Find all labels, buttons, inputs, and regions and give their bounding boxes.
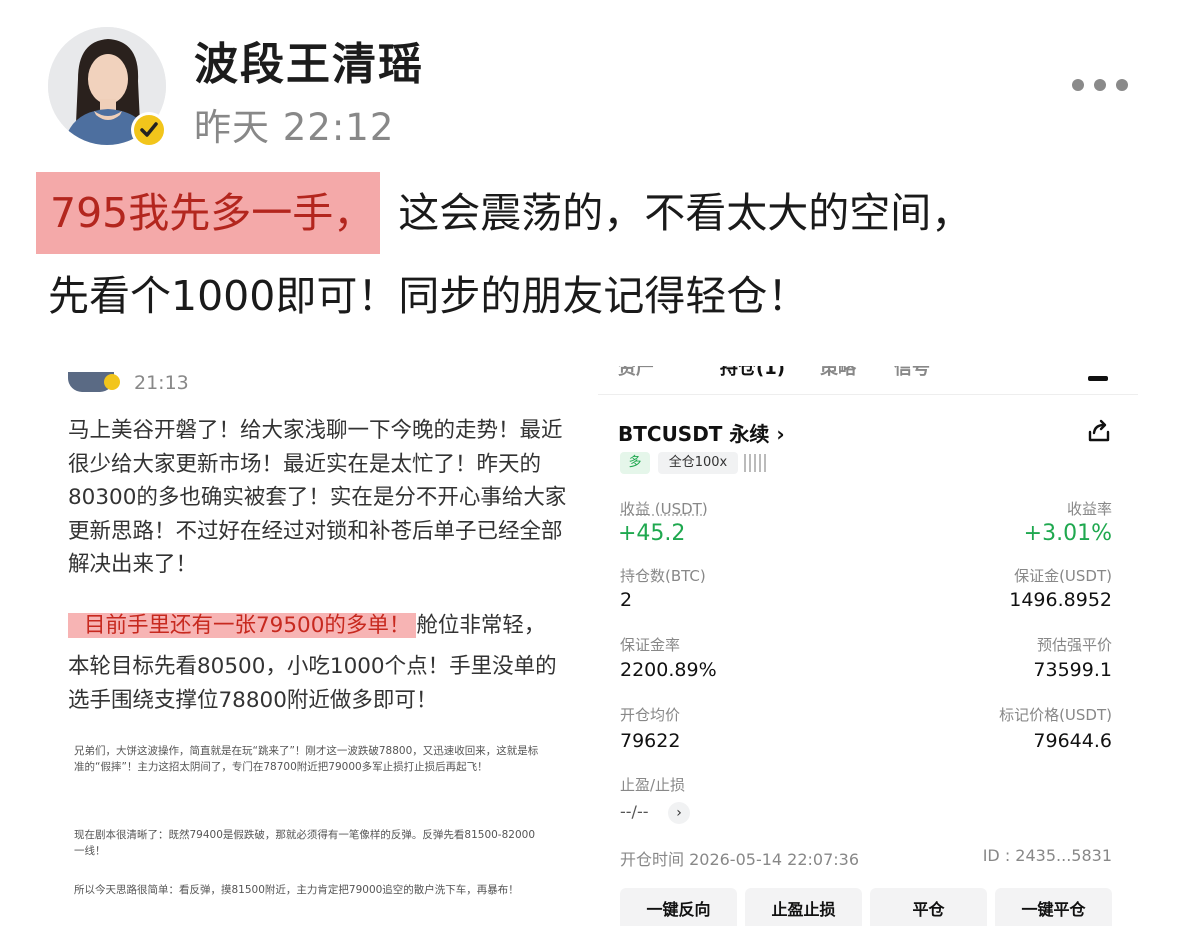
highlighted-text: 目前手里还有一张79500的多单！ <box>68 613 417 638</box>
mark-label: 标记价格(USDT) <box>999 706 1112 724</box>
symbol-title[interactable]: BTCUSDT 永续 › <box>618 418 785 447</box>
close-position-button[interactable]: 平仓 <box>870 888 987 926</box>
size-value: 2 <box>620 589 633 611</box>
verified-badge-icon <box>131 112 167 148</box>
entry-label: 开仓均价 <box>620 706 681 724</box>
post-text-line-1-rest: 这会震荡的，不看太大的空间， <box>398 189 973 237</box>
post-time: 昨天 22:12 <box>194 106 395 149</box>
small-paragraph: 兄弟们，大饼这波操作，简直就是在玩“跳来了”！刚才这一波跌破78800，又迅速收… <box>74 745 539 773</box>
verified-badge-icon <box>104 374 120 390</box>
chevron-right-icon[interactable]: › <box>668 802 690 824</box>
embedded-screenshot-left[interactable]: 21:13 马上美谷开磐了！给大家浅聊一下今晚的走势！最近很少给大家更新市场！最… <box>60 366 572 926</box>
tpsl-label: 止盈/止损 <box>620 776 686 794</box>
embedded-screenshot-right[interactable]: 资产 持仓(1) 策略 信号 BTCUSDT 永续 › 多 全仓100x 收益 … <box>598 366 1138 926</box>
tpsl-button[interactable]: 止盈止损 <box>745 888 862 926</box>
tab-positions[interactable]: 持仓(1) <box>720 366 785 380</box>
roe-value: +3.01% <box>1023 521 1112 546</box>
pnl-label: 收益 (USDT) <box>620 500 708 518</box>
post-paragraph-1: 马上美谷开磐了！给大家浅聊一下今晚的走势！最近很少给大家更新市场！最近实在是太忙… <box>68 418 567 577</box>
post-text-line-1: 795我先多一手， 这会震荡的，不看太大的空间， <box>36 172 972 254</box>
size-label: 持仓数(BTC) <box>620 567 706 585</box>
margin-value: 1496.8952 <box>1009 589 1112 611</box>
author-name[interactable]: 波段王清瑶 <box>194 28 424 92</box>
tpsl-value: --/-- <box>620 802 649 821</box>
tab-assets[interactable]: 资产 <box>618 366 654 380</box>
margin-label: 保证金(USDT) <box>1014 567 1112 585</box>
post-text-line-2: 先看个1000即可！同步的朋友记得轻仓！ <box>48 272 809 320</box>
pnl-value: +45.2 <box>618 521 686 546</box>
mark-value: 79644.6 <box>1033 730 1112 752</box>
leverage-badge: 全仓100x <box>658 452 738 474</box>
post-paragraph-2-rest: 舱位非常轻， <box>416 613 546 638</box>
liq-value: 73599.1 <box>1033 659 1112 681</box>
margin-ratio-label: 保证金率 <box>620 636 681 654</box>
highlighted-text: 795我先多一手， <box>36 172 381 254</box>
roe-label: 收益率 <box>1066 500 1112 518</box>
side-badge: 多 <box>620 452 650 474</box>
position-id[interactable]: ID : 2435...5831 <box>983 846 1112 865</box>
small-paragraph: 所以今天思路很简单：看反弹，摸81500附近，主力肯定把79000追空的散户洗下… <box>74 884 519 896</box>
small-paragraph: 现在剧本很清晰了：既然79400是假跌破，那就必须得有一笔像样的反弹。反弹先看8… <box>74 829 535 857</box>
more-dots-icon[interactable] <box>1072 79 1128 91</box>
share-icon[interactable] <box>1086 418 1112 444</box>
post-paragraph-2: 本轮目标先看80500，小吃1000个点！手里没单的选手围绕支撑位78800附近… <box>68 654 557 713</box>
post-paragraph-2-first-line: 目前手里还有一张79500的多单！ 舱位非常轻， <box>68 602 545 650</box>
signal-bars-icon <box>744 454 766 472</box>
tab-bar: 资产 持仓(1) 策略 信号 <box>598 366 1138 384</box>
reverse-button[interactable]: 一键反向 <box>620 888 737 926</box>
tab-signals[interactable]: 信号 <box>894 366 930 380</box>
post-time: 21:13 <box>134 372 189 394</box>
entry-value: 79622 <box>620 730 681 752</box>
liq-label: 预估强平价 <box>1036 636 1112 654</box>
open-time: 开仓时间 2026-05-14 22:07:36 <box>620 850 860 869</box>
close-all-button[interactable]: 一键平仓 <box>995 888 1112 926</box>
tab-strategy[interactable]: 策略 <box>820 366 856 380</box>
divider <box>598 394 1138 395</box>
margin-ratio-value: 2200.89% <box>620 659 717 681</box>
menu-icon[interactable] <box>1088 376 1108 381</box>
